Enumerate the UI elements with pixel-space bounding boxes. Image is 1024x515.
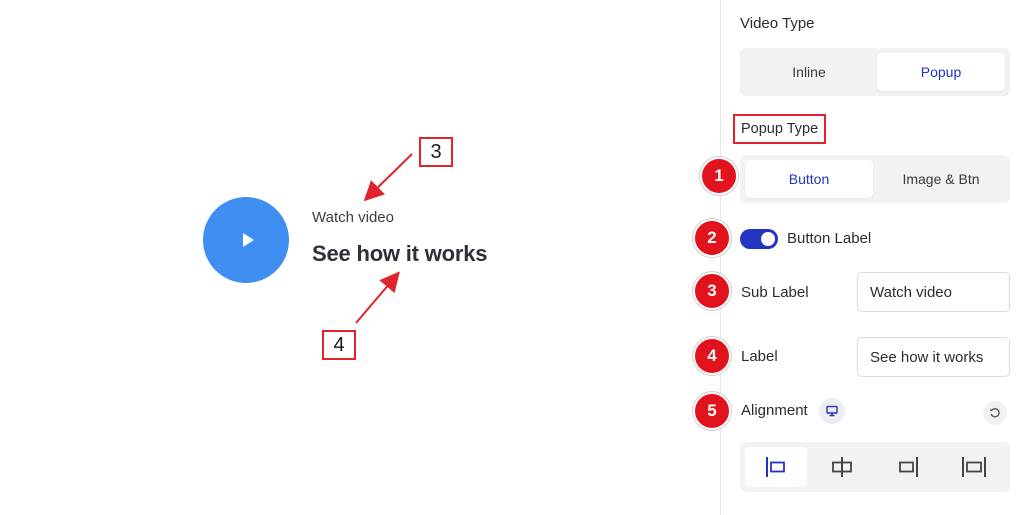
step-badge-5: 5 bbox=[693, 392, 731, 430]
arrow-to-sub-label bbox=[363, 153, 413, 202]
reset-icon bbox=[990, 408, 1000, 418]
alignment-text: Alignment bbox=[741, 402, 808, 419]
monitor-icon bbox=[826, 405, 838, 417]
toggle-knob bbox=[761, 232, 775, 246]
popup-type-switch: Button Image & Btn bbox=[740, 155, 1010, 203]
align-right-icon bbox=[899, 457, 918, 477]
reset-button[interactable] bbox=[983, 401, 1007, 425]
responsive-device-button[interactable] bbox=[819, 398, 845, 424]
callout-box-3: 3 bbox=[419, 137, 453, 167]
align-center-icon bbox=[832, 457, 852, 477]
video-type-heading: Video Type bbox=[740, 15, 815, 32]
sub-label-text: Sub Label bbox=[741, 284, 809, 301]
video-type-switch: Inline Popup bbox=[740, 48, 1010, 96]
align-justify-button[interactable] bbox=[943, 447, 1005, 487]
align-justify-icon bbox=[962, 457, 986, 477]
step-badge-4: 4 bbox=[693, 337, 731, 375]
step-badge-1: 1 bbox=[700, 157, 738, 195]
popup-type-button-option[interactable]: Button bbox=[745, 160, 873, 198]
callout-box-4: 4 bbox=[322, 330, 356, 360]
video-type-popup-option[interactable]: Popup bbox=[877, 53, 1005, 91]
sub-label-input[interactable] bbox=[857, 272, 1010, 312]
arrow-to-main-label bbox=[355, 271, 400, 324]
settings-panel: Video Type Inline Popup Popup Type Butto… bbox=[720, 0, 1024, 515]
button-label-text: Button Label bbox=[787, 230, 872, 247]
align-left-icon bbox=[766, 457, 785, 477]
button-label-toggle[interactable] bbox=[740, 229, 778, 249]
popup-type-image-btn-option[interactable]: Image & Btn bbox=[877, 160, 1005, 198]
annotation-arrows bbox=[355, 153, 413, 324]
popup-type-heading: Popup Type bbox=[733, 114, 827, 144]
label-text: Label bbox=[741, 348, 778, 365]
alignment-switch bbox=[740, 442, 1010, 492]
align-left-button[interactable] bbox=[745, 447, 807, 487]
align-center-button[interactable] bbox=[811, 447, 873, 487]
widget-preview: Watch video See how it works 3 4 bbox=[0, 0, 720, 515]
step-badge-2: 2 bbox=[693, 219, 731, 257]
label-input[interactable] bbox=[857, 337, 1010, 377]
align-right-button[interactable] bbox=[877, 447, 939, 487]
video-type-inline-option[interactable]: Inline bbox=[745, 53, 873, 91]
step-badge-3: 3 bbox=[693, 272, 731, 310]
